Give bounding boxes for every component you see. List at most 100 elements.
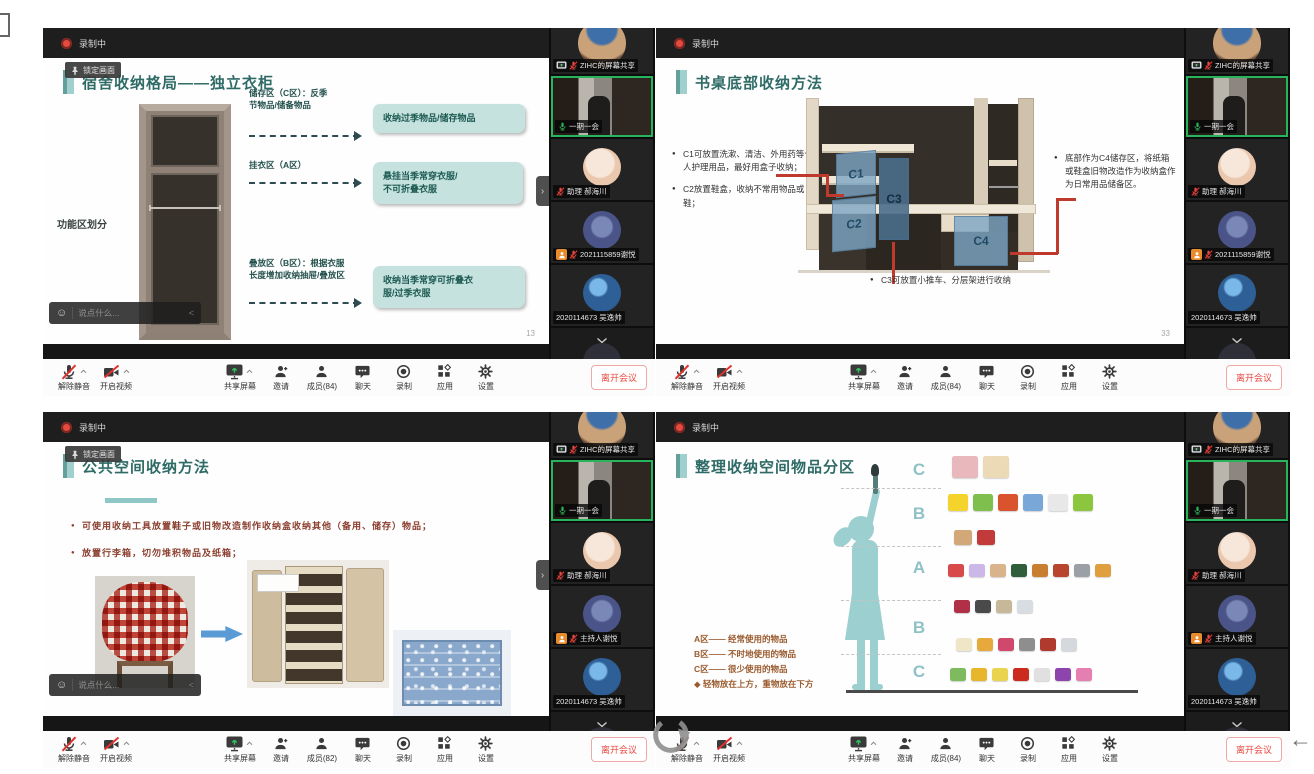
participant-tile[interactable]: 2020114673 吴逸帅 bbox=[551, 265, 653, 326]
camera-button[interactable]: 开启视频 bbox=[710, 736, 748, 764]
apps-button[interactable]: 应用 bbox=[1050, 736, 1088, 764]
host-badge-icon bbox=[1191, 249, 1202, 260]
settings-button[interactable]: 设置 bbox=[1091, 364, 1129, 392]
leave-meeting-button[interactable]: 离开会议 bbox=[1226, 737, 1282, 762]
apps-button[interactable]: 应用 bbox=[426, 364, 464, 392]
settings-button[interactable]: 设置 bbox=[467, 364, 505, 392]
participant-tile[interactable]: ZIHC的屏幕共享 bbox=[551, 412, 653, 458]
members-button[interactable]: >成员(84) bbox=[303, 364, 341, 392]
share-screen-button[interactable]: 共享屏幕 bbox=[845, 364, 883, 392]
participant-tile[interactable]: 一期一会 bbox=[1186, 76, 1288, 137]
sidebar-collapse-handle[interactable]: › bbox=[536, 560, 549, 590]
camera-button[interactable]: 开启视频 bbox=[710, 364, 748, 392]
record-button[interactable]: 录制 bbox=[385, 364, 423, 392]
emoji-icon[interactable]: ☺ bbox=[56, 308, 67, 319]
record-button[interactable]: 录制 bbox=[1009, 736, 1047, 764]
camera-button[interactable]: 开启视频 bbox=[97, 364, 135, 392]
chevron-up-icon[interactable] bbox=[693, 739, 700, 748]
chevron-up-icon[interactable] bbox=[870, 367, 877, 376]
chevron-up-icon[interactable] bbox=[80, 739, 87, 748]
participant-tile[interactable]: 主持人谢悦 bbox=[551, 586, 653, 647]
members-button[interactable]: >成员(84) bbox=[927, 364, 965, 392]
legend-b: B区—— 不时地使用的物品 bbox=[694, 647, 813, 662]
participant-tile[interactable]: 助理 郝海川 bbox=[551, 523, 653, 584]
participant-tile[interactable]: 2020114673 吴逸帅 bbox=[1186, 649, 1288, 710]
record-button[interactable]: 录制 bbox=[385, 736, 423, 764]
chevron-up-icon[interactable] bbox=[80, 367, 87, 376]
toolbar-label: 解除静音 bbox=[671, 381, 703, 392]
leave-meeting-button[interactable]: 离开会议 bbox=[1226, 365, 1282, 390]
toolbar-label: 录制 bbox=[1020, 381, 1036, 392]
participant-tile[interactable]: 一期一会 bbox=[551, 460, 653, 521]
participant-tile[interactable]: 2020114673 吴逸帅 bbox=[1186, 265, 1288, 326]
participant-tile[interactable]: ZIHC的屏幕共享 bbox=[551, 28, 653, 74]
settings-button[interactable]: 设置 bbox=[467, 736, 505, 764]
participant-tile[interactable]: 助理 郝海川 bbox=[1186, 523, 1288, 584]
chevron-up-icon[interactable] bbox=[246, 739, 253, 748]
chat-input-placeholder[interactable]: 说点什么... bbox=[78, 679, 184, 691]
invite-button[interactable]: 邀请 bbox=[262, 364, 300, 392]
record-button[interactable]: 录制 bbox=[1009, 364, 1047, 392]
camera-button[interactable]: 开启视频 bbox=[97, 736, 135, 764]
chevron-up-icon[interactable] bbox=[870, 739, 877, 748]
participant-tile[interactable] bbox=[1186, 328, 1288, 359]
participant-tile[interactable] bbox=[551, 712, 653, 731]
chevron-up-icon[interactable] bbox=[246, 367, 253, 376]
settings-button[interactable]: 设置 bbox=[1091, 736, 1129, 764]
participant-label: 助理 郝海川 bbox=[1188, 185, 1245, 198]
toolbar-label: 聊天 bbox=[979, 381, 995, 392]
participant-tile[interactable]: 助理 郝海川 bbox=[1186, 139, 1288, 200]
chat-button[interactable]: 聊天 bbox=[344, 736, 382, 764]
zone-c1: C1 bbox=[836, 150, 876, 198]
chat-collapse-icon[interactable]: < bbox=[189, 308, 194, 318]
apps-button[interactable]: 应用 bbox=[426, 736, 464, 764]
emoji-icon[interactable]: ☺ bbox=[56, 680, 67, 691]
chevron-up-icon[interactable] bbox=[123, 367, 130, 376]
participant-tile[interactable]: 2021115859谢悦 bbox=[1186, 202, 1288, 263]
members-button[interactable]: >成员(84) bbox=[927, 736, 965, 764]
pin-badge[interactable]: 锁定画面 bbox=[65, 62, 121, 78]
participant-tile[interactable]: 2021115859谢悦 bbox=[551, 202, 653, 263]
meeting-window-3: 录制中 锁定画面 公共空间收纳方法 可使用收纳工具放置鞋子或旧物改造制作收纳盒收… bbox=[43, 412, 655, 768]
chat-overlay[interactable]: ☺ 说点什么... < bbox=[49, 302, 201, 324]
chevron-up-icon[interactable] bbox=[693, 367, 700, 376]
participant-tile[interactable]: 2020114673 吴逸帅 bbox=[551, 649, 653, 710]
participant-tile[interactable] bbox=[1186, 712, 1288, 731]
members-button[interactable]: >成员(82) bbox=[303, 736, 341, 764]
chevron-up-icon[interactable] bbox=[123, 739, 130, 748]
item-thumbnail bbox=[1019, 638, 1035, 651]
sidebar-collapse-handle[interactable]: › bbox=[536, 176, 549, 206]
mute-button[interactable]: 解除静音 bbox=[55, 736, 93, 764]
slide-desk-storage: 书桌底部收纳方法 C1可放置洗漱、清洁、外用药等个人护理用品，最好用盒子收纳； … bbox=[656, 58, 1184, 344]
chat-button[interactable]: 聊天 bbox=[344, 364, 382, 392]
leave-meeting-button[interactable]: 离开会议 bbox=[591, 737, 647, 762]
participant-tile[interactable]: ZIHC的屏幕共享 bbox=[1186, 412, 1288, 458]
mute-button[interactable]: 解除静音 bbox=[55, 364, 93, 392]
participant-tile[interactable]: 主持人谢悦 bbox=[1186, 586, 1288, 647]
invite-button[interactable]: 邀请 bbox=[886, 736, 924, 764]
share-screen-button[interactable]: 共享屏幕 bbox=[845, 736, 883, 764]
pin-badge[interactable]: 锁定画面 bbox=[65, 446, 121, 462]
invite-button[interactable]: 邀请 bbox=[886, 364, 924, 392]
chat-button[interactable]: 聊天 bbox=[968, 364, 1006, 392]
share-screen-button[interactable]: 共享屏幕 bbox=[221, 364, 259, 392]
chevron-up-icon[interactable] bbox=[736, 367, 743, 376]
participant-tile[interactable]: 一期一会 bbox=[1186, 460, 1288, 521]
chat-collapse-icon[interactable]: < bbox=[189, 680, 194, 690]
chevron-up-icon[interactable] bbox=[736, 739, 743, 748]
participant-name: ZIHC的屏幕共享 bbox=[580, 444, 635, 455]
apps-button[interactable]: 应用 bbox=[1050, 364, 1088, 392]
participant-tile[interactable]: 助理 郝海川 bbox=[551, 139, 653, 200]
participant-tile[interactable] bbox=[551, 328, 653, 359]
cabinet-door bbox=[346, 568, 384, 682]
chat-overlay[interactable]: ☺ 说点什么... < bbox=[49, 674, 201, 696]
invite-button[interactable]: 邀请 bbox=[262, 736, 300, 764]
share-screen-button[interactable]: 共享屏幕 bbox=[221, 736, 259, 764]
participant-tile[interactable]: 一期一会 bbox=[551, 76, 653, 137]
mute-button[interactable]: 解除静音 bbox=[668, 364, 706, 392]
chat-input-placeholder[interactable]: 说点什么... bbox=[78, 307, 184, 319]
muted-mic-icon bbox=[569, 634, 578, 643]
leave-meeting-button[interactable]: 离开会议 bbox=[591, 365, 647, 390]
participant-tile[interactable]: ZIHC的屏幕共享 bbox=[1186, 28, 1288, 74]
chat-button[interactable]: 聊天 bbox=[968, 736, 1006, 764]
